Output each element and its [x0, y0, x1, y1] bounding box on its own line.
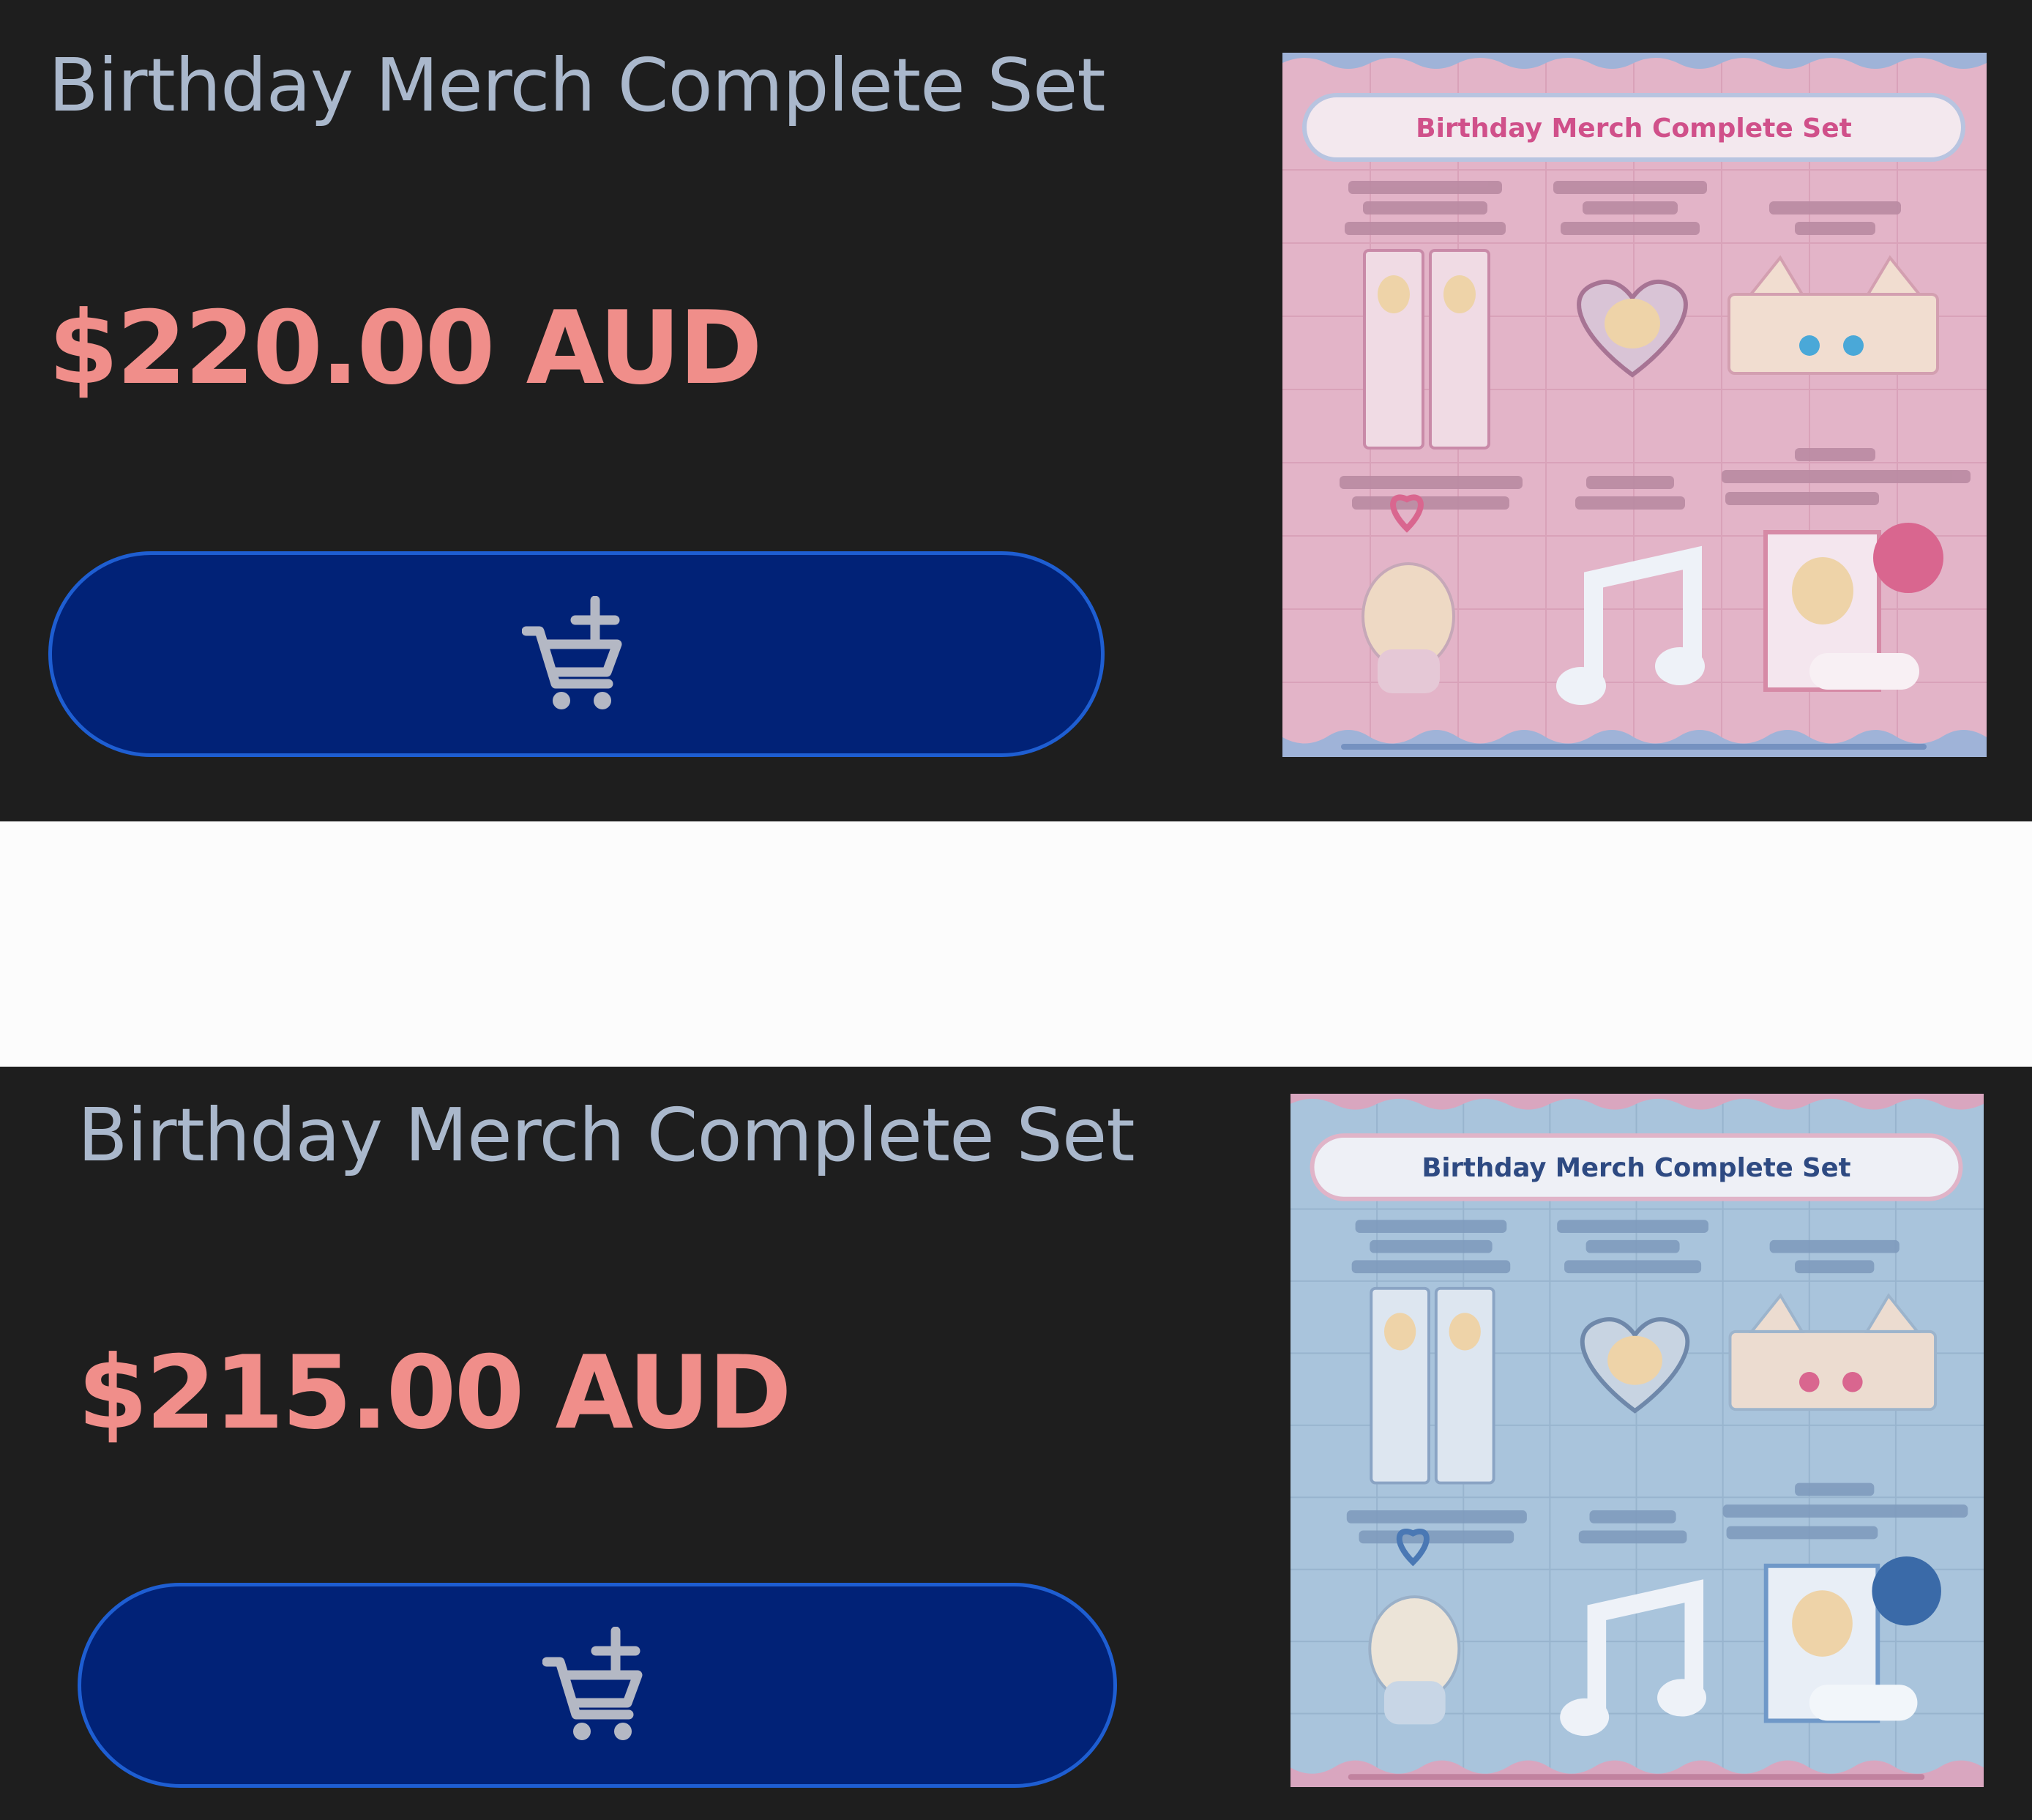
product-price: $215.00 AUD [78, 1334, 792, 1452]
product-title: Birthday Merch Complete Set [78, 1092, 1135, 1178]
product-card: Birthday Merch Complete Set $220.00 AUD [0, 0, 2032, 821]
product-image-art: Birthday Merch Complete Set [1290, 1094, 1984, 1787]
image-banner-text: Birthday Merch Complete Set [1416, 113, 1852, 143]
product-image[interactable]: Birthday Merch Complete Set [1290, 1094, 1984, 1787]
add-to-cart-icon [521, 595, 621, 709]
add-to-cart-button[interactable] [48, 551, 1105, 757]
product-image-art: Birthday Merch Complete Set [1282, 53, 1987, 757]
product-title: Birthday Merch Complete Set [48, 42, 1106, 128]
product-image[interactable]: Birthday Merch Complete Set [1282, 53, 1987, 757]
add-to-cart-icon [542, 1627, 643, 1740]
product-price: $220.00 AUD [48, 289, 763, 407]
add-to-cart-button[interactable] [78, 1583, 1117, 1788]
product-card: Birthday Merch Complete Set $215.00 AUD [0, 1067, 2032, 1820]
image-banner-text: Birthday Merch Complete Set [1422, 1153, 1850, 1183]
